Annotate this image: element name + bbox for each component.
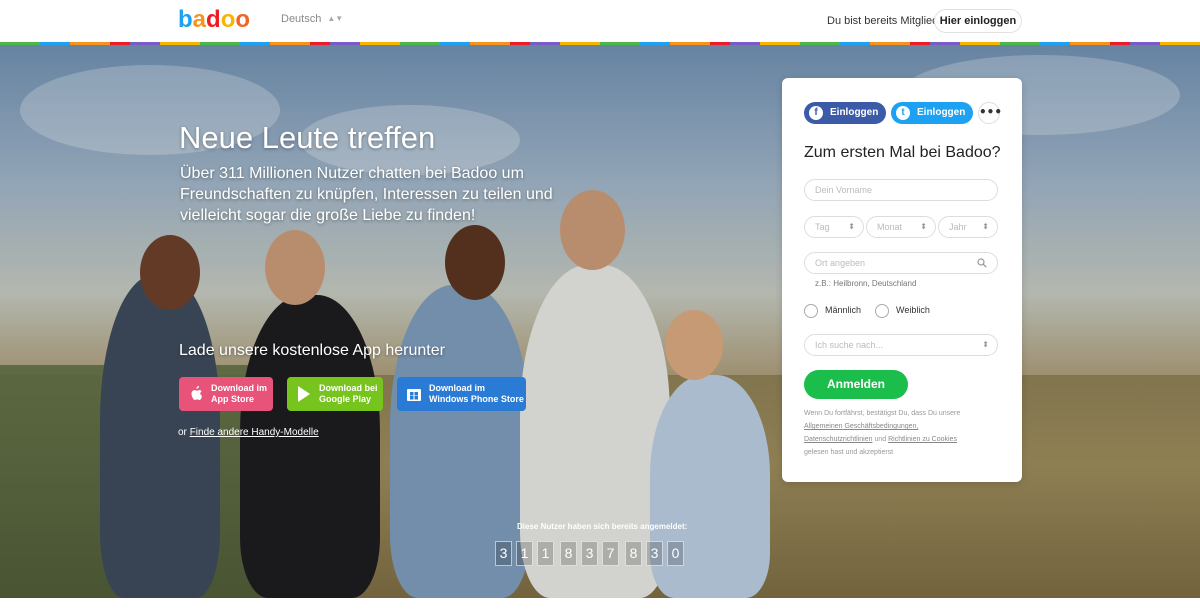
select-arrows-icon: ▲▼	[327, 14, 344, 23]
counter-digit: 8	[560, 541, 577, 566]
google-play-line2: Google Play	[319, 394, 372, 404]
hero-headline: Neue Leute treffen	[179, 120, 436, 155]
windows-store-button[interactable]: Download im Windows Phone Store	[397, 377, 526, 411]
looking-for-label: Ich suche nach...	[815, 340, 884, 350]
counter-digit: 3	[646, 541, 663, 566]
select-arrows-icon: ⬍	[920, 222, 927, 231]
male-radio[interactable]	[804, 304, 818, 318]
twitter-icon: t	[896, 106, 910, 120]
counter-digit: 0	[667, 541, 684, 566]
other-prefix: or	[178, 427, 187, 438]
month-select[interactable]: Monat ⬍	[866, 216, 936, 238]
day-select-label: Tag	[815, 222, 830, 232]
counter-label: Diese Nutzer haben sich bereits angemeld…	[517, 522, 688, 531]
apple-icon	[191, 386, 202, 400]
member-question: Du bist bereits Mitglied?	[827, 15, 945, 27]
facebook-login-label: Einloggen	[830, 107, 879, 118]
windows-store-line2: Windows Phone Store	[429, 394, 524, 404]
windows-store-icon	[407, 389, 421, 401]
hero-subline: Über 311 Millionen Nutzer chatten bei Ba…	[180, 165, 553, 224]
privacy-link[interactable]: Datenschutzrichtlinien	[804, 436, 872, 443]
other-models: or Finde andere Handy-Modelle	[178, 427, 319, 438]
app-store-line1: Download im	[211, 383, 267, 393]
first-name-input[interactable]: Dein Vorname	[804, 179, 998, 201]
female-label: Weiblich	[896, 305, 930, 315]
google-play-line1: Download bei	[319, 383, 378, 393]
legal-text: Wenn Du fortfährst, bestätigst Du, dass …	[804, 407, 1000, 459]
location-hint: z.B.: Heilbronn, Deutschland	[815, 279, 917, 288]
month-select-label: Monat	[877, 222, 903, 232]
counter-digit: 1	[516, 541, 533, 566]
badoo-logo[interactable]: badoo	[178, 8, 250, 32]
male-label: Männlich	[825, 305, 862, 315]
more-options-button[interactable]: •••	[978, 102, 1002, 124]
windows-store-line1: Download im	[429, 383, 485, 393]
google-play-button[interactable]: Download bei Google Play	[287, 377, 383, 411]
language-label: Deutsch	[281, 13, 322, 25]
counter-digit: 8	[625, 541, 642, 566]
select-arrows-icon: ⬍	[982, 222, 989, 231]
day-select[interactable]: Tag ⬍	[804, 216, 864, 238]
counter-digit: 7	[602, 541, 619, 566]
legal-and: und	[874, 436, 887, 443]
login-button[interactable]: Hier einloggen	[934, 9, 1022, 33]
year-select[interactable]: Jahr ⬍	[938, 216, 998, 238]
legal-suffix: gelesen hast und akzeptierst	[804, 449, 894, 456]
registration-card: f Einloggen t Einloggen ••• Zum ersten M…	[782, 78, 1022, 482]
form-title: Zum ersten Mal bei Badoo?	[804, 144, 1001, 161]
app-store-button[interactable]: Download im App Store	[179, 377, 273, 411]
twitter-login-button[interactable]: t Einloggen	[891, 102, 973, 124]
google-play-icon	[298, 386, 310, 402]
twitter-login-label: Einloggen	[917, 107, 966, 118]
other-models-link[interactable]: Finde andere Handy-Modelle	[190, 427, 319, 438]
select-arrows-icon: ⬍	[982, 340, 989, 349]
year-select-label: Jahr	[949, 222, 967, 232]
counter-digit: 3	[495, 541, 512, 566]
app-download-title: Lade unsere kostenlose App herunter	[179, 342, 445, 359]
user-counter: 3 1 1 8 3 7 8 3 0	[495, 541, 684, 566]
cookies-link[interactable]: Richtlinien zu Cookies	[888, 436, 957, 443]
female-radio[interactable]	[875, 304, 889, 318]
counter-digit: 1	[537, 541, 554, 566]
app-store-line2: App Store	[211, 394, 255, 404]
counter-digit: 3	[581, 541, 598, 566]
facebook-icon: f	[809, 106, 823, 120]
terms-link[interactable]: Allgemeinen Geschäftsbedingungen,	[804, 423, 918, 430]
legal-prefix: Wenn Du fortfährst, bestätigst Du, dass …	[804, 410, 961, 417]
footer-strip	[0, 598, 1200, 610]
location-placeholder: Ort angeben	[815, 258, 866, 268]
language-select[interactable]: Deutsch ▲▼	[281, 13, 343, 25]
select-arrows-icon: ⬍	[848, 222, 855, 231]
search-icon	[977, 258, 987, 268]
top-bar: badoo Deutsch ▲▼ Du bist bereits Mitglied…	[0, 0, 1200, 42]
register-button[interactable]: Anmelden	[804, 370, 908, 399]
looking-for-select[interactable]: Ich suche nach... ⬍	[804, 334, 998, 356]
facebook-login-button[interactable]: f Einloggen	[804, 102, 886, 124]
location-input[interactable]: Ort angeben	[804, 252, 998, 274]
